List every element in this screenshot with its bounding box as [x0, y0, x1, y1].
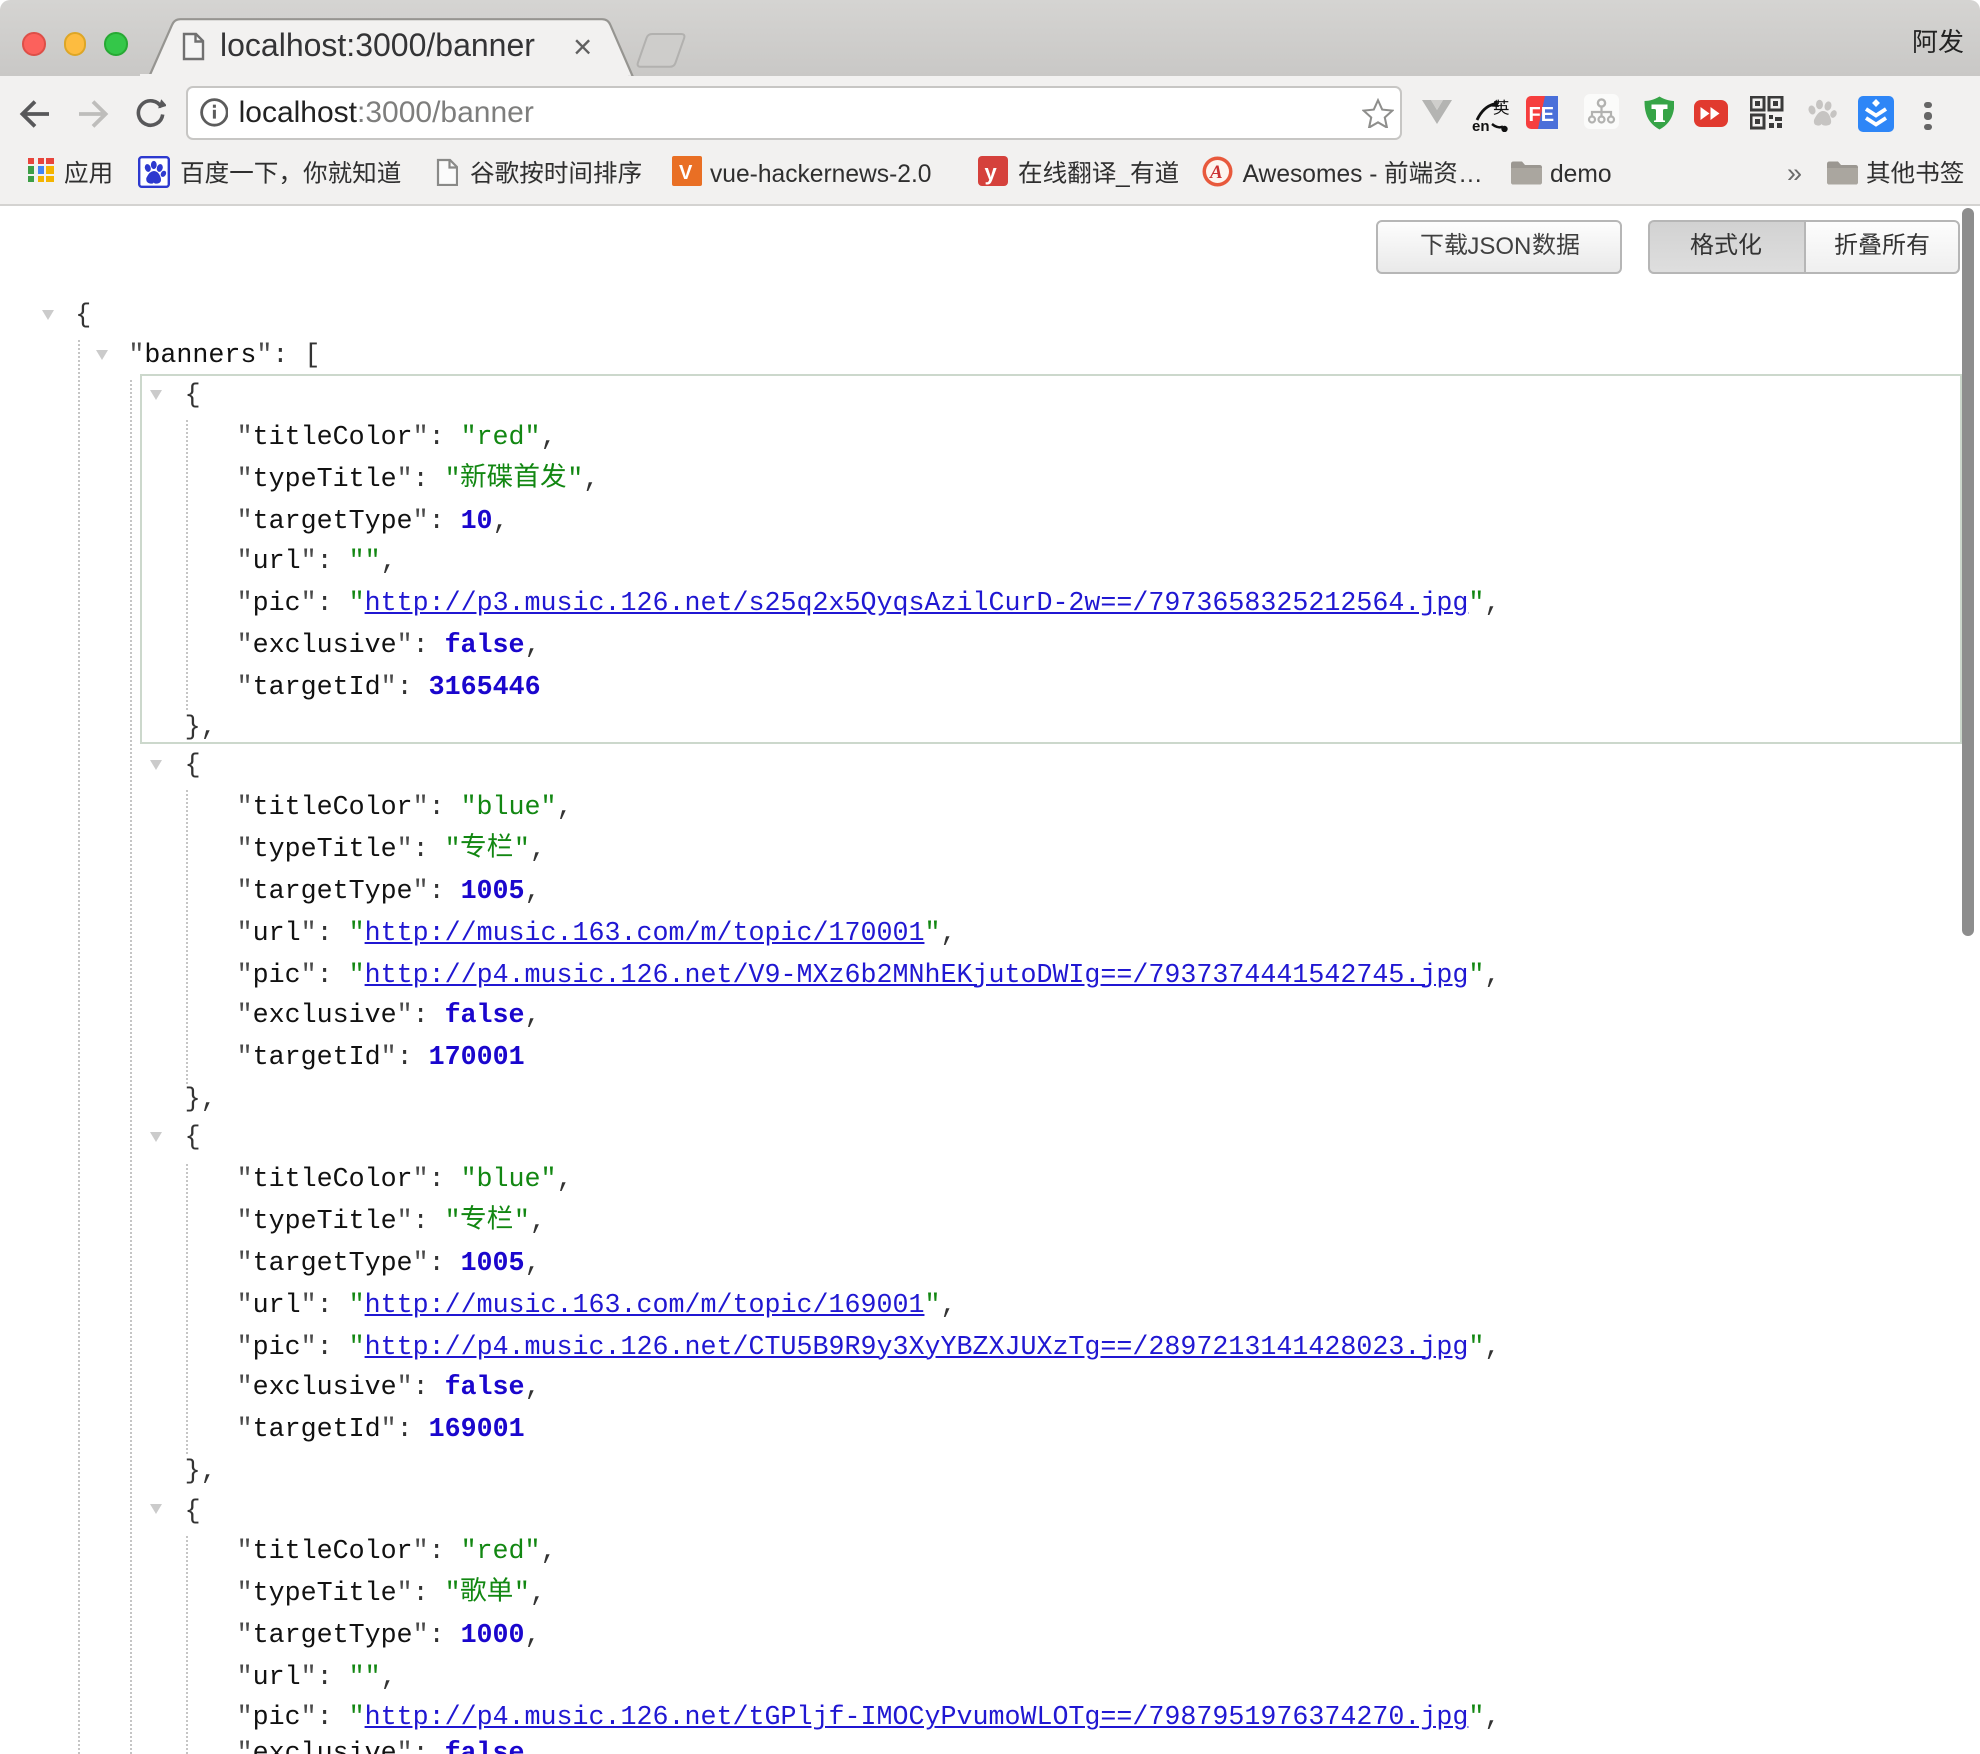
svg-text:en: en — [1473, 118, 1491, 132]
svg-text:y: y — [984, 161, 997, 186]
svg-text:A: A — [1210, 163, 1224, 184]
svg-text:V: V — [679, 163, 693, 185]
svg-text:FE: FE — [1528, 104, 1554, 126]
